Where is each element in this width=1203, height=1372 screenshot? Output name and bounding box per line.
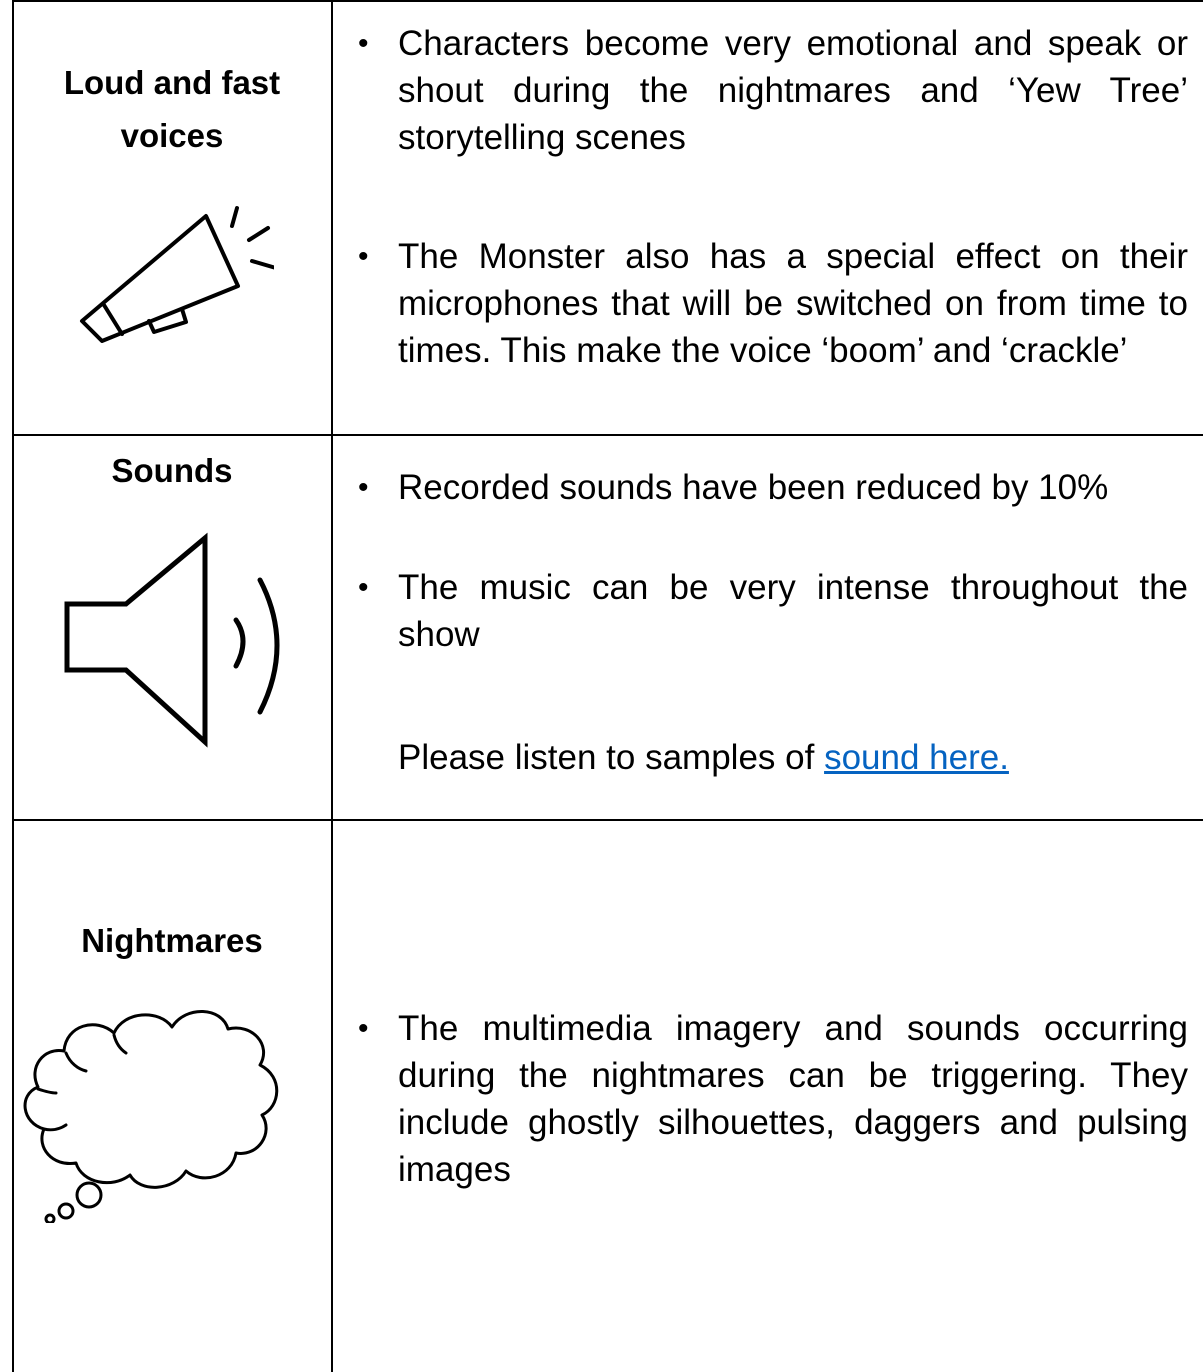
row-heading-cell: Nightmares [12, 821, 332, 1372]
bullet-marker: • [358, 27, 369, 60]
row-heading: Loud and fast voices [12, 56, 332, 162]
content-table: Loud and fast voices • Characters become… [0, 0, 1203, 1372]
bullet-text: The Monster also has a special effect on… [398, 237, 1188, 370]
note-text: Please listen to samples of [398, 738, 825, 777]
bullet-text: Recorded sounds have been reduced by 10% [398, 468, 1109, 507]
row-heading-line: Sounds [111, 452, 233, 489]
thought-cloud-icon [23, 1010, 279, 1223]
bullet-marker: • [358, 471, 369, 504]
sound-samples-link[interactable]: sound here. [824, 738, 1009, 777]
row-heading-cell: Loud and fast voices [12, 0, 332, 434]
bullet-item: • The Monster also has a special effect … [358, 233, 1188, 374]
row-heading-line: Loud and fast [63, 64, 281, 101]
bullet-text: The multimedia imagery and sounds occurr… [398, 1009, 1188, 1189]
row-heading-line: Nightmares [81, 922, 263, 959]
bullet-marker: • [358, 240, 369, 273]
bullet-item: • Recorded sounds have been reduced by 1… [358, 464, 1188, 511]
bullet-item: • Characters become very emotional and s… [358, 20, 1188, 161]
bullet-marker: • [358, 1012, 369, 1045]
row-heading-cell: Sounds [12, 436, 332, 819]
speaker-icon [64, 532, 280, 748]
bullet-marker: • [358, 571, 369, 604]
bullet-item: • The multimedia imagery and sounds occu… [358, 1005, 1188, 1193]
row-heading-line: voices [120, 117, 224, 154]
row-heading: Sounds [12, 444, 332, 497]
megaphone-icon [80, 206, 274, 343]
sound-sample-note: Please listen to samples of sound here. [398, 734, 1188, 781]
bullet-item: • The music can be very intense througho… [358, 564, 1188, 658]
bullet-text: Characters become very emotional and spe… [398, 24, 1188, 157]
row-heading: Nightmares [12, 914, 332, 967]
bullet-text: The music can be very intense throughout… [398, 568, 1188, 654]
